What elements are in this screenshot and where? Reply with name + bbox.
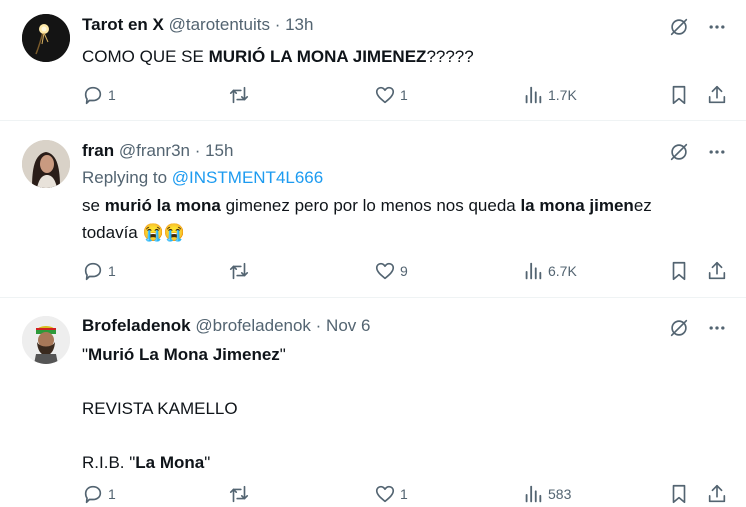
retweet-icon [229,485,249,503]
views-count: 583 [548,486,572,502]
timestamp[interactable]: Nov 6 [326,316,370,335]
timestamp[interactable]: 13h [285,15,313,34]
share-icon [708,85,726,104]
tweet-text: se murió la mona gimenez pero por lo men… [82,196,652,242]
retweet-button[interactable] [228,82,254,108]
reply-count: 1 [108,263,116,279]
like-button[interactable]: 1 [374,481,408,507]
views-icon [525,262,542,280]
share-icon [708,484,726,503]
like-button[interactable]: 1 [374,82,408,108]
retweet-button[interactable] [228,258,254,284]
like-count: 1 [400,486,408,502]
bookmark-icon [672,261,686,281]
separator: · [189,141,206,160]
display-name[interactable]: fran [82,141,114,160]
grok-icon[interactable] [666,14,692,40]
crying-emoji: 😭😭 [142,223,185,242]
tweet-header: Brofeladenok @brofeladenok · Nov 6 [82,315,370,337]
action-bar: 1 9 6.7K [82,258,732,284]
grok-icon[interactable] [666,315,692,341]
display-name[interactable]: Tarot en X [82,15,164,34]
avatar[interactable] [22,316,70,364]
like-count: 9 [400,263,408,279]
tweet-top-icons [666,315,730,341]
timestamp[interactable]: 15h [205,141,233,160]
tweet-header: Tarot en X @tarotentuits · 13h [82,14,313,36]
tweet-header: fran @franr3n · 15h [82,140,233,162]
views-icon [525,485,542,503]
bookmark-button[interactable] [668,258,690,284]
bookmark-button[interactable] [668,481,690,507]
replying-label: Replying to [82,168,168,187]
views-button[interactable]: 583 [522,481,571,507]
replying-to: Replying to @INSTMENT4L666 [82,168,323,188]
handle[interactable]: @brofeladenok [195,316,311,335]
reply-icon [84,86,102,105]
like-button[interactable]: 9 [374,258,408,284]
heart-icon [375,262,395,280]
tweet-fran[interactable]: fran @franr3n · 15h Replying to @INSTMEN… [0,121,746,298]
bookmark-button[interactable] [668,82,690,108]
share-icon [708,261,726,280]
tweet-text: COMO QUE SE MURIÓ LA MONA JIMENEZ????? [82,47,474,66]
display-name[interactable]: Brofeladenok [82,316,191,335]
retweet-icon [229,86,249,104]
retweet-button[interactable] [228,481,254,507]
handle[interactable]: @tarotentuits [169,15,270,34]
action-bar: 1 1 583 [82,481,732,507]
views-button[interactable]: 6.7K [522,258,577,284]
reply-count: 1 [108,87,116,103]
reply-button[interactable]: 1 [82,258,116,284]
views-count: 1.7K [548,87,577,103]
reply-icon [84,485,102,504]
reply-button[interactable]: 1 [82,481,116,507]
bookmark-icon [672,85,686,105]
replying-handle-link[interactable]: @INSTMENT4L666 [172,168,323,187]
views-button[interactable]: 1.7K [522,82,577,108]
heart-icon [375,485,395,503]
avatar[interactable] [22,14,70,62]
action-bar: 1 1 1.7K [82,82,732,108]
heart-icon [375,86,395,104]
tweet-text: "Murió La Mona Jimenez" REVISTA KAMELLO … [82,345,286,472]
retweet-icon [229,262,249,280]
separator: · [310,316,327,335]
more-icon[interactable] [704,14,730,40]
separator: · [269,15,286,34]
tweet-top-icons [666,139,730,165]
more-icon[interactable] [704,315,730,341]
bookmark-icon [672,484,686,504]
tweet-top-icons [666,14,730,40]
share-button[interactable] [706,82,728,108]
views-icon [525,86,542,104]
share-button[interactable] [706,481,728,507]
share-button[interactable] [706,258,728,284]
avatar[interactable] [22,140,70,188]
reply-button[interactable]: 1 [82,82,116,108]
views-count: 6.7K [548,263,577,279]
reply-icon [84,262,102,281]
like-count: 1 [400,87,408,103]
reply-count: 1 [108,486,116,502]
more-icon[interactable] [704,139,730,165]
tweet-brofeladenok[interactable]: Brofeladenok @brofeladenok · Nov 6 "Muri… [0,298,746,507]
tweet-tarot[interactable]: Tarot en X @tarotentuits · 13h COMO QUE … [0,0,746,121]
handle[interactable]: @franr3n [119,141,190,160]
grok-icon[interactable] [666,139,692,165]
